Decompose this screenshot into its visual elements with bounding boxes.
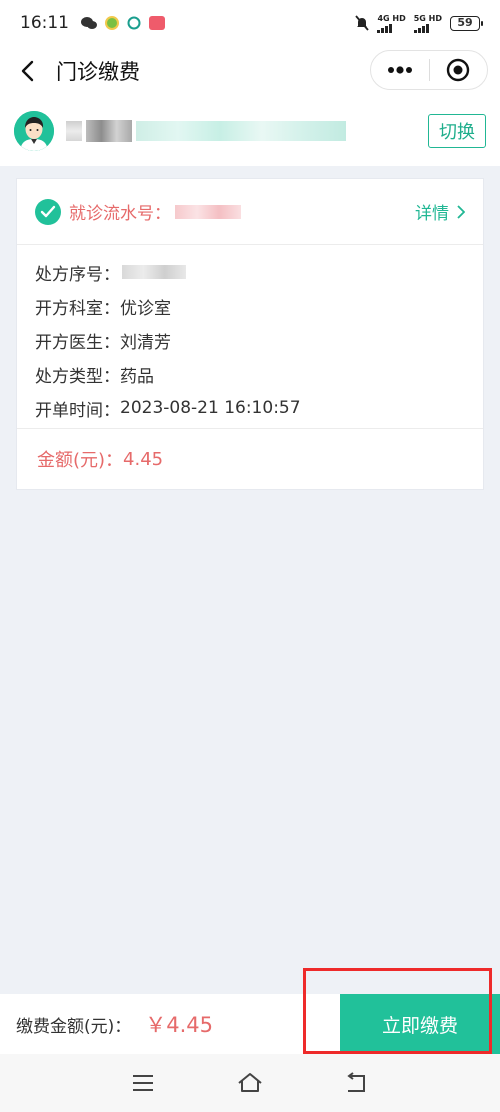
- info-row-type: 处方类型： 药品: [35, 366, 154, 387]
- signal-4g: 4G HD: [377, 14, 406, 33]
- close-miniprogram-button[interactable]: [430, 51, 488, 89]
- back-system-button[interactable]: [337, 1063, 377, 1103]
- info-row-doctor: 开方医生： 刘清芳: [35, 332, 171, 353]
- signal-bars-icon: [413, 23, 429, 33]
- signal-bars-icon: [377, 23, 393, 33]
- chevron-left-icon: [21, 60, 34, 82]
- mini-program-capsule: [370, 50, 488, 90]
- detail-label: 详情: [415, 204, 449, 224]
- battery-indicator: 59: [450, 15, 483, 31]
- home-icon: [238, 1073, 262, 1092]
- amount-label: 金额(元)：: [37, 450, 124, 471]
- chevron-right-icon: [457, 204, 465, 219]
- pay-bar: 缴费金额(元)： ￥4.45 立即缴费: [0, 994, 500, 1054]
- chat-bubble-icon: [127, 16, 141, 30]
- detail-link[interactable]: 详情: [415, 199, 465, 224]
- switch-patient-button[interactable]: 切换: [428, 114, 486, 148]
- visit-number-row: 就诊流水号： 详情: [17, 179, 483, 245]
- prescription-info: 处方序号： 开方科室： 优诊室 开方医生： 刘清芳 处方类型： 药品 开单时间：…: [17, 245, 483, 429]
- prescription-no-blurred: [122, 265, 186, 279]
- more-dots-icon: [387, 66, 412, 74]
- pay-amount-label: 缴费金额(元)：: [16, 1016, 132, 1037]
- prescription-card: 就诊流水号： 详情 处方序号： 开方科室： 优诊室 开方医生： 刘清芳 处方类型…: [16, 178, 484, 490]
- notification-icons: [81, 16, 165, 30]
- wechat-icon: [81, 17, 97, 29]
- check-icon: [35, 198, 61, 225]
- signal-5g: 5G HD: [413, 14, 442, 33]
- system-nav-bar: [0, 1054, 500, 1112]
- menu-button[interactable]: [123, 1063, 163, 1103]
- patient-bar: 切换: [0, 96, 500, 166]
- status-time: 16:11: [20, 13, 69, 33]
- return-icon: [346, 1072, 365, 1092]
- visit-number-label: 就诊流水号：: [69, 204, 171, 224]
- more-button[interactable]: [371, 51, 429, 89]
- amount-row: 金额(元)： 4.45: [17, 429, 483, 489]
- page-title: 门诊缴费: [56, 60, 140, 84]
- home-button[interactable]: [230, 1063, 270, 1103]
- nav-bar: 门诊缴费: [0, 46, 500, 96]
- info-row-prescription-no: 处方序号：: [35, 255, 465, 289]
- patient-name-blurred: [66, 120, 346, 142]
- menu-icon: [133, 1075, 154, 1091]
- status-right: 4G HD 5G HD 59: [355, 14, 483, 33]
- mute-bell-icon: [355, 15, 370, 31]
- back-button[interactable]: [2, 46, 52, 96]
- amount-value: 4.45: [123, 448, 164, 470]
- app-badge-icon: [105, 16, 119, 30]
- user-avatar-icon: [14, 111, 54, 151]
- avatar: [14, 111, 54, 151]
- target-icon: [447, 58, 470, 82]
- visit-number-blurred: [175, 204, 241, 219]
- info-row-department: 开方科室： 优诊室: [35, 298, 171, 319]
- pay-amount-value: ￥4.45: [145, 1013, 214, 1037]
- info-row-time: 开单时间： 2023-08-21 16:10:57: [35, 398, 301, 421]
- status-bar: 16:11 4G HD 5G HD 59: [0, 0, 500, 46]
- pay-now-button[interactable]: 立即缴费: [340, 994, 500, 1054]
- app-logo-icon: [149, 16, 165, 30]
